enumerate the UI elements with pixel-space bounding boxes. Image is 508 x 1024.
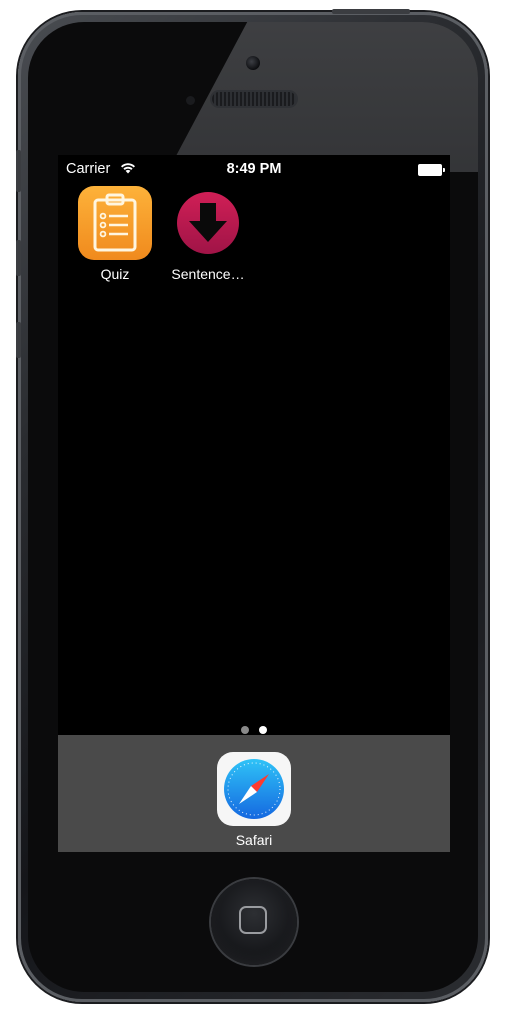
mute-switch (16, 150, 21, 192)
earpiece-speaker (212, 92, 296, 106)
home-screen: Carrier 8:49 PM Quiz Sentence… Safari (58, 155, 450, 852)
app-label-quiz: Quiz (100, 266, 130, 282)
status-bar: Carrier 8:49 PM (58, 155, 450, 183)
dock: Safari (58, 735, 450, 852)
clipboard-checklist-icon (78, 186, 152, 260)
volume-down-button (16, 322, 21, 358)
app-label-safari: Safari (235, 832, 273, 848)
app-label-sentence: Sentence… (171, 266, 245, 282)
battery-icon (418, 164, 445, 176)
home-button[interactable] (211, 879, 297, 965)
page-dot-2-active (259, 726, 267, 734)
download-arrow-icon (171, 186, 245, 260)
proximity-sensor (186, 96, 195, 105)
front-camera (246, 56, 260, 70)
volume-up-button (16, 240, 21, 276)
status-time: 8:49 PM (226, 161, 282, 177)
page-dot-1 (241, 726, 249, 734)
app-sentence[interactable]: Sentence… (163, 186, 253, 282)
home-square-icon (239, 906, 267, 934)
app-safari[interactable]: Safari (209, 752, 299, 848)
app-quiz[interactable]: Quiz (70, 186, 160, 282)
compass-icon (217, 752, 291, 826)
sleep-wake-button (332, 9, 410, 14)
